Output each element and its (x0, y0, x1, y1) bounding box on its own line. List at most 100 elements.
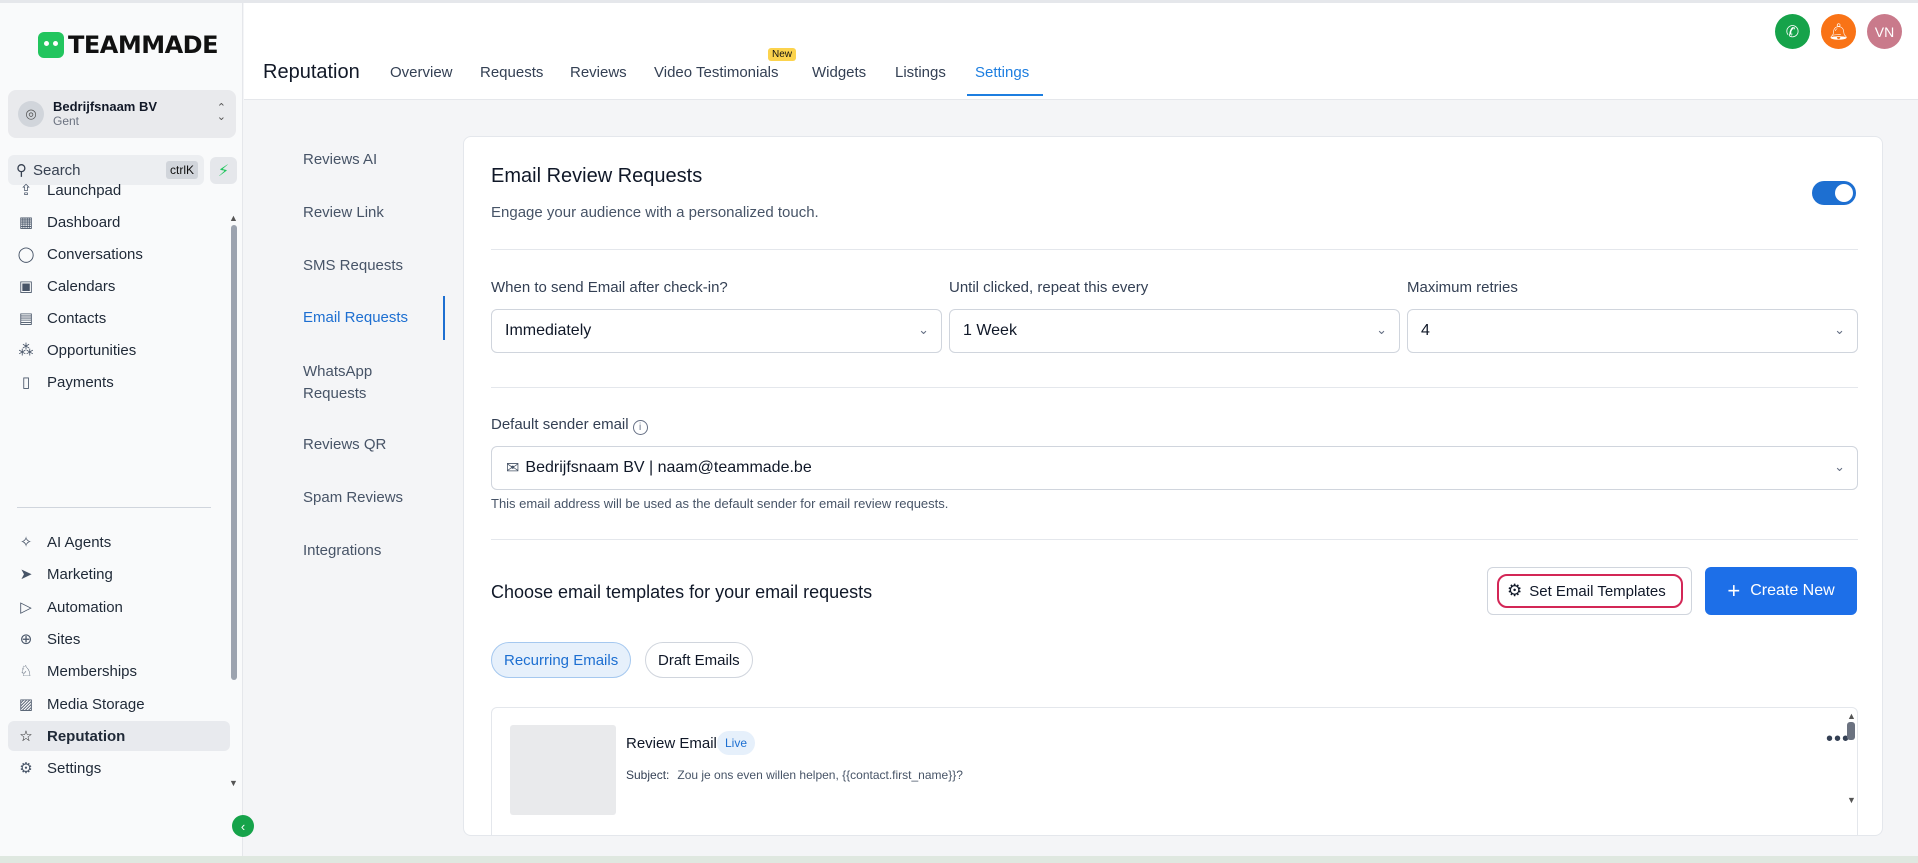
sidebar-item-launchpad[interactable]: ⇪ Launchpad (16, 175, 122, 205)
template-thumbnail[interactable] (510, 725, 616, 815)
settings-nav-reviews-ai[interactable]: Reviews AI (303, 149, 377, 171)
settings-nav-whatsapp-requests[interactable]: WhatsApp Requests (303, 361, 403, 405)
sidebar-item-automation[interactable]: ▷ Automation (16, 592, 123, 622)
repeat-label: Until clicked, repeat this every (949, 279, 1149, 296)
retries-value: 4 (1421, 322, 1430, 339)
sidebar-item-label: Opportunities (47, 341, 137, 359)
sender-label: Default sender email i (491, 416, 648, 435)
sidebar-item-label: Media Storage (47, 695, 145, 713)
sender-email-select[interactable]: ✉ Bedrijfsnaam BV | naam@teammade.be ⌄ (491, 446, 1858, 490)
bolt-icon: ⚡ (217, 162, 230, 180)
tab-reviews[interactable]: Reviews (570, 64, 627, 81)
sidebar-item-memberships[interactable]: ♘ Memberships (16, 656, 137, 686)
template-name[interactable]: Review Email 1 (626, 735, 729, 752)
email-requests-toggle[interactable] (1812, 181, 1856, 205)
tab-widgets[interactable]: Widgets (812, 64, 866, 81)
sidebar-item-ai-agents[interactable]: ✧ AI Agents (16, 527, 112, 557)
settings-nav-sms-requests[interactable]: SMS Requests (303, 255, 403, 277)
user-avatar[interactable]: VN (1867, 14, 1902, 49)
sender-email-value: Bedrijfsnaam BV | naam@teammade.be (525, 459, 812, 476)
sidebar-item-conversations[interactable]: ◯ Conversations (16, 239, 143, 269)
chevron-down-icon: ⌄ (1834, 322, 1845, 337)
when-label: When to send Email after check-in? (491, 279, 728, 296)
settings-nav-review-link[interactable]: Review Link (303, 202, 384, 224)
play-circle-icon: ▷ (20, 599, 32, 616)
brand-logo[interactable]: TEAMMADE (38, 31, 219, 59)
chevron-updown-icon: ⌃ ⌄ (216, 102, 226, 123)
filter-recurring-emails[interactable]: Recurring Emails (491, 642, 632, 678)
logo-text: TEAMMADE (68, 31, 219, 59)
avatar-initials: VN (1874, 23, 1895, 40)
sidebar-item-contacts[interactable]: ▤ Contacts (16, 303, 106, 333)
tab-overview[interactable]: Overview (390, 64, 453, 81)
sidebar-item-calendars[interactable]: ▣ Calendars (16, 271, 115, 301)
sidebar-scrollbar[interactable] (231, 225, 237, 680)
sidebar-item-label: Memberships (47, 662, 138, 680)
settings-nav-reviews-qr[interactable]: Reviews QR (303, 434, 386, 456)
plus-icon: + (1727, 578, 1741, 603)
sidebar-item-dashboard[interactable]: ▦ Dashboard (16, 207, 120, 237)
gear-icon: ⚙ (19, 760, 33, 777)
grid-icon: ▦ (18, 214, 34, 231)
image-icon: ▨ (18, 696, 34, 713)
when-value: Immediately (505, 322, 592, 339)
quick-actions-button[interactable]: ⚡ (210, 157, 237, 184)
new-badge: New (768, 48, 797, 61)
retries-label: Maximum retries (1407, 279, 1518, 296)
chevron-left-icon: ‹ (240, 818, 246, 834)
chevron-down-icon: ⌄ (918, 322, 929, 337)
sidebar-item-label: Conversations (47, 245, 143, 263)
create-new-button[interactable]: + Create New (1705, 567, 1857, 615)
sidebar-item-opportunities[interactable]: ⁂ Opportunities (16, 335, 137, 365)
gear-icon: ⚙ (1507, 581, 1523, 600)
set-email-templates-highlight: ⚙ Set Email Templates (1497, 574, 1683, 608)
divider (491, 539, 1858, 540)
tab-requests[interactable]: Requests (480, 64, 543, 81)
robot-logo-icon (38, 32, 64, 58)
sidebar-item-label: Payments (47, 373, 114, 391)
templates-title: Choose email templates for your email re… (491, 582, 873, 602)
sidebar-item-label: Reputation (47, 727, 126, 745)
scroll-down-arrow[interactable]: ▼ (229, 778, 238, 788)
set-email-templates-button[interactable]: ⚙ Set Email Templates (1487, 567, 1692, 615)
sidebar-item-label: Sites (47, 630, 81, 648)
template-list-scrollbar[interactable] (1847, 722, 1855, 740)
sidebar-item-marketing[interactable]: ➤ Marketing (16, 559, 113, 589)
collapse-sidebar-button[interactable]: ‹ (232, 815, 254, 837)
medal-icon: ♘ (19, 663, 33, 680)
repeat-select[interactable]: 1 Week ⌄ (949, 309, 1400, 353)
scroll-up-arrow[interactable]: ▲ (1847, 711, 1856, 721)
tab-listings[interactable]: Listings (895, 64, 946, 81)
settings-nav-integrations[interactable]: Integrations (303, 540, 381, 562)
phone-button[interactable]: ✆ (1775, 14, 1810, 49)
sidebar-item-label: Contacts (47, 309, 107, 327)
section-subtitle: Engage your audience with a personalized… (491, 204, 819, 221)
subject-label: Subject: (626, 768, 670, 782)
divider (491, 387, 1858, 388)
sidebar-divider (17, 507, 211, 508)
chevron-down-icon: ⌄ (1376, 322, 1387, 337)
notifications-button[interactable]: 🔔︎ (1821, 14, 1856, 49)
sidebar-item-sites[interactable]: ⊕ Sites (16, 624, 81, 654)
settings-nav-email-requests[interactable]: Email Requests (303, 307, 408, 329)
settings-nav-spam-reviews[interactable]: Spam Reviews (303, 487, 403, 509)
tab-settings[interactable]: Settings (975, 64, 1029, 81)
template-subject: Subject: Zou je ons even willen helpen, {… (626, 768, 963, 782)
when-select[interactable]: Immediately ⌄ (491, 309, 942, 353)
account-switcher[interactable]: ◎ Bedrijfsnaam BV Gent ⌃ ⌄ (8, 90, 236, 138)
sidebar-item-label: Marketing (47, 565, 113, 583)
tab-video-testimonials[interactable]: Video Testimonials (654, 64, 779, 81)
bottom-edge (0, 856, 1918, 863)
sidebar-item-label: Settings (47, 759, 102, 777)
scroll-down-arrow[interactable]: ▼ (1847, 795, 1856, 805)
star-icon: ☆ (19, 728, 33, 745)
phone-icon: ✆ (1785, 23, 1800, 41)
retries-select[interactable]: 4 ⌄ (1407, 309, 1858, 353)
scroll-up-arrow[interactable]: ▲ (229, 213, 238, 223)
sidebar-item-media-storage[interactable]: ▨ Media Storage (16, 689, 145, 719)
sidebar-item-payments[interactable]: ▯ Payments (16, 367, 114, 397)
filter-draft-emails[interactable]: Draft Emails (645, 642, 753, 678)
sidebar-item-reputation[interactable]: ☆ Reputation (8, 721, 230, 751)
sidebar-item-settings[interactable]: ⚙ Settings (16, 753, 101, 783)
info-icon[interactable]: i (632, 420, 648, 435)
